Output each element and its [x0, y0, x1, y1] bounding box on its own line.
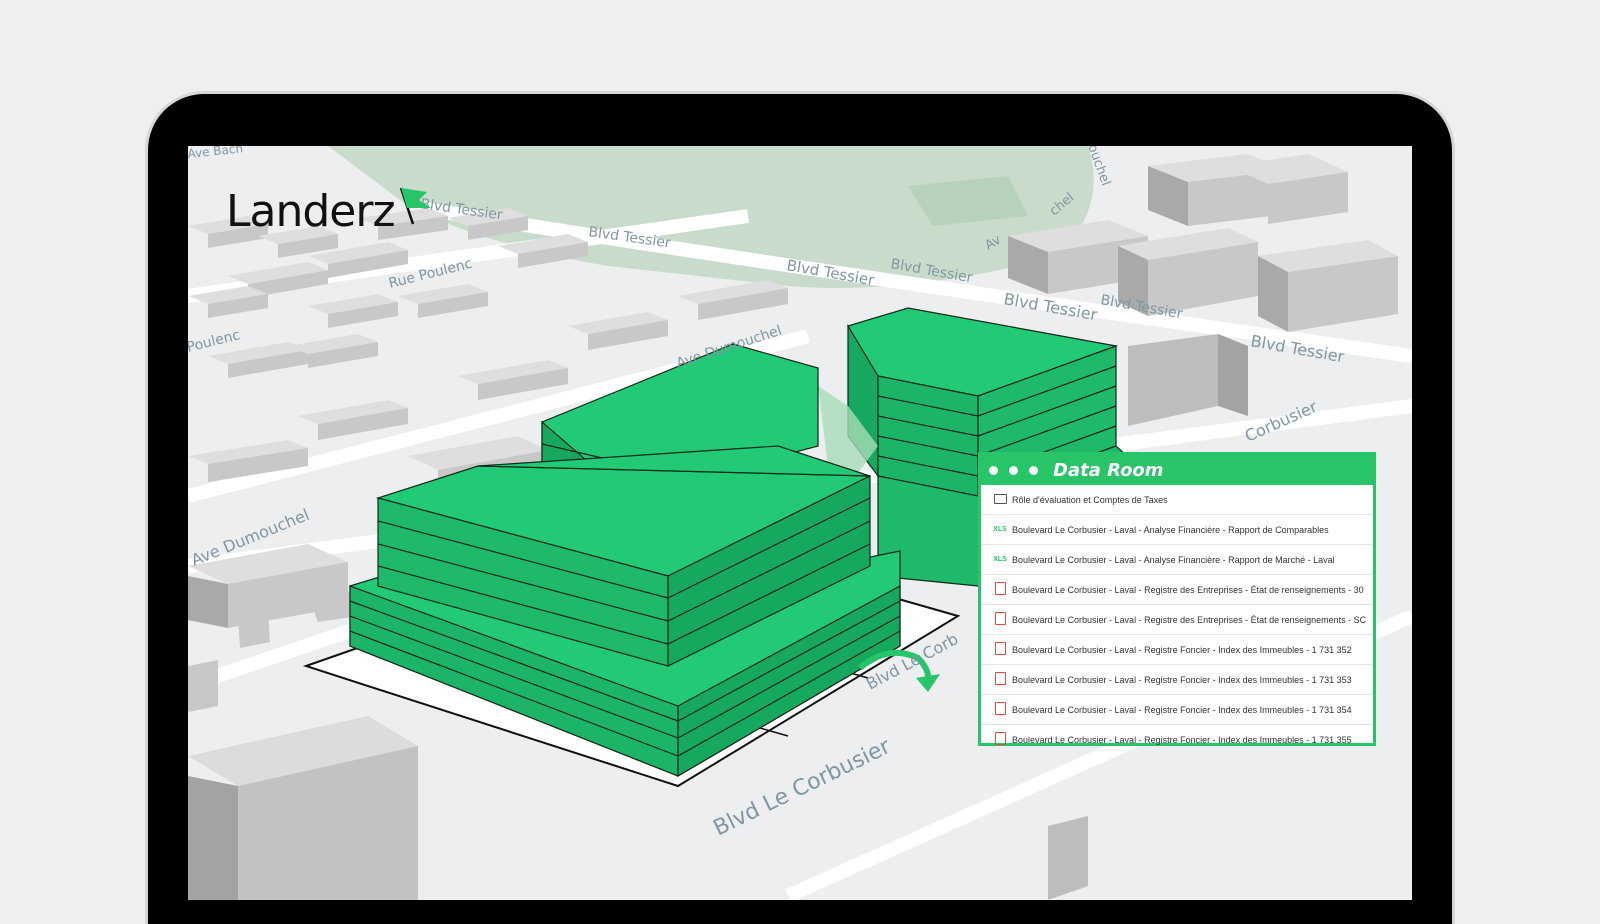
pdf-icon	[993, 582, 1007, 597]
street-label: Blvd Tessier	[1002, 289, 1099, 324]
window-dot-icon[interactable]	[1009, 465, 1018, 475]
data-room-header: Data Room	[981, 455, 1373, 485]
data-room-title: Data Room	[1053, 459, 1164, 481]
file-row[interactable]: Boulevard Le Corbusier - Laval - Registr…	[981, 605, 1373, 635]
file-name: Boulevard Le Corbusier - Laval - Registr…	[1012, 644, 1352, 655]
flag-icon	[399, 187, 431, 225]
pdf-icon	[993, 702, 1007, 717]
file-name: Boulevard Le Corbusier - Laval - Registr…	[1012, 584, 1364, 595]
pdf-icon	[993, 672, 1007, 687]
brand-logo[interactable]: Landerz	[226, 186, 433, 234]
data-room-file-list: Rôle d'évaluation et Comptes de Taxes XLS…	[981, 485, 1373, 754]
window-dot-icon[interactable]	[989, 465, 998, 475]
xls-icon: XLS	[993, 556, 1007, 563]
street-label: Ave Bach	[188, 146, 244, 161]
file-row[interactable]: XLS Boulevard Le Corbusier - Laval - Anal…	[981, 545, 1373, 575]
pdf-icon	[993, 732, 1007, 747]
folder-icon	[993, 493, 1007, 506]
file-name: Boulevard Le Corbusier - Laval - Registr…	[1012, 704, 1352, 715]
pdf-icon	[993, 612, 1007, 627]
green-building-main	[349, 445, 901, 778]
file-row[interactable]: Boulevard Le Corbusier - Laval - Registr…	[981, 665, 1373, 695]
xls-icon: XLS	[993, 526, 1007, 533]
file-name: Boulevard Le Corbusier - Laval - Registr…	[1012, 674, 1352, 685]
file-name: Boulevard Le Corbusier - Laval - Analyse…	[1012, 554, 1335, 565]
file-name: Boulevard Le Corbusier - Laval - Analyse…	[1012, 524, 1329, 535]
map-screen[interactable]: Ave Bach Blvd Tessier Blvd Tessier Blvd …	[188, 146, 1412, 900]
file-row[interactable]: Rôle d'évaluation et Comptes de Taxes	[981, 485, 1373, 515]
file-row[interactable]: Boulevard Le Corbusier - Laval - Registr…	[981, 575, 1373, 605]
file-row[interactable]: Boulevard Le Corbusier - Laval - Registr…	[981, 725, 1373, 754]
window-dot-icon[interactable]	[1029, 465, 1038, 475]
file-row[interactable]: Boulevard Le Corbusier - Laval - Registr…	[981, 635, 1373, 665]
file-row[interactable]: XLS Boulevard Le Corbusier - Laval - Anal…	[981, 515, 1373, 545]
file-name: Boulevard Le Corbusier - Laval - Registr…	[1012, 734, 1352, 745]
file-row[interactable]: Boulevard Le Corbusier - Laval - Registr…	[981, 695, 1373, 725]
data-room-panel[interactable]: Data Room Rôle d'évaluation et Comptes d…	[978, 452, 1376, 746]
file-name: Rôle d'évaluation et Comptes de Taxes	[1012, 494, 1168, 505]
brand-name: Landerz	[226, 186, 396, 237]
file-name: Boulevard Le Corbusier - Laval - Registr…	[1012, 614, 1367, 625]
pdf-icon	[993, 642, 1007, 657]
